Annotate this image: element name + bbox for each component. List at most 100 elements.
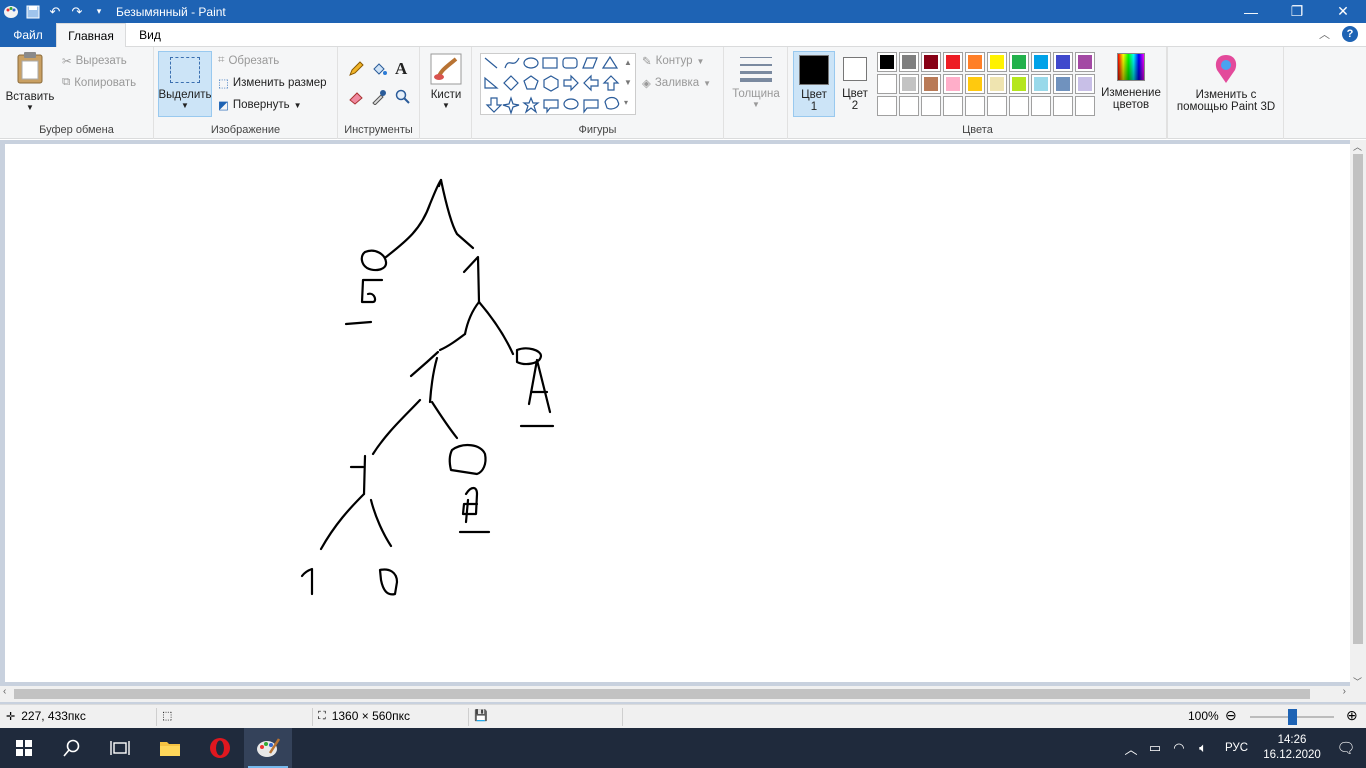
color-swatch[interactable]	[943, 74, 963, 94]
color-swatch[interactable]	[1009, 52, 1029, 72]
color-swatch[interactable]	[877, 52, 897, 72]
vertical-scrollbar[interactable]: ︿ ﹀	[1350, 140, 1366, 688]
color-picker-icon[interactable]	[371, 89, 387, 105]
color1-button[interactable]: Цвет 1	[793, 51, 835, 117]
color-palette	[877, 52, 1095, 116]
customize-qat-icon[interactable]: ▾	[88, 0, 110, 23]
shapes-gallery-icons	[484, 55, 620, 115]
color-swatch[interactable]	[965, 74, 985, 94]
color-swatch[interactable]	[965, 96, 985, 116]
paint-taskbar-icon[interactable]	[244, 728, 292, 768]
color-swatch[interactable]	[1075, 74, 1095, 94]
clock[interactable]: 14:26 16.12.2020	[1258, 733, 1326, 763]
zoom-in-icon[interactable]: ⊕	[1346, 707, 1358, 724]
save-icon[interactable]	[22, 0, 44, 23]
color-swatch[interactable]	[921, 52, 941, 72]
color-swatch[interactable]	[1031, 96, 1051, 116]
brushes-button[interactable]: Кисти ▼	[426, 53, 466, 110]
color-swatch[interactable]	[1031, 74, 1051, 94]
language-indicator[interactable]: РУС	[1215, 742, 1258, 754]
show-hidden-icons-icon[interactable]: ︿	[1119, 739, 1143, 758]
color-swatch[interactable]	[965, 52, 985, 72]
color-swatch[interactable]	[921, 96, 941, 116]
color-swatch[interactable]	[943, 96, 963, 116]
tab-file[interactable]: Файл	[0, 23, 56, 47]
fill-button[interactable]: ◈ Заливка ▼	[642, 76, 711, 90]
color-swatch[interactable]	[987, 96, 1007, 116]
crop-label: Обрезать	[228, 54, 280, 67]
color-swatch[interactable]	[1075, 52, 1095, 72]
select-button[interactable]: Выделить ▼	[158, 51, 212, 117]
volume-icon[interactable]: 🔈︎	[1191, 740, 1215, 756]
rotate-button[interactable]: ◩ Повернуть ▼	[218, 98, 302, 112]
color-swatch[interactable]	[877, 74, 897, 94]
zoom-slider-thumb[interactable]	[1288, 709, 1297, 725]
color-swatch[interactable]	[1053, 74, 1073, 94]
color-swatch[interactable]	[899, 52, 919, 72]
color-swatch[interactable]	[943, 52, 963, 72]
edit-colors-button[interactable]: Изменение цветов	[1097, 53, 1165, 111]
drawing-canvas[interactable]	[5, 144, 1350, 682]
selection-rect-icon	[170, 57, 200, 83]
color1-label-line2: 1	[810, 101, 818, 113]
collapse-ribbon-icon[interactable]: ︿	[1319, 26, 1330, 42]
minimize-icon[interactable]: —	[1228, 0, 1274, 23]
notifications-icon[interactable]: 🗨︎	[1326, 739, 1366, 757]
rotate-label: Повернуть	[232, 99, 290, 111]
tab-home[interactable]: Главная	[56, 23, 126, 48]
undo-icon[interactable]: ↶	[44, 0, 66, 23]
tab-view[interactable]: Вид	[130, 23, 170, 47]
horizontal-scroll-thumb[interactable]	[14, 689, 1310, 699]
text-icon[interactable]: A	[395, 59, 407, 79]
resize-button[interactable]: ⬚ Изменить размер	[218, 76, 327, 90]
color-swatch[interactable]	[1009, 74, 1029, 94]
color-swatch-fill	[1078, 77, 1092, 91]
file-explorer-icon[interactable]	[146, 728, 194, 768]
edit-colors-line1: Изменение	[1101, 87, 1161, 99]
color-swatch[interactable]	[1075, 96, 1095, 116]
shapes-gallery[interactable]	[480, 53, 636, 115]
magnifier-icon[interactable]	[395, 89, 411, 105]
group-edit-colors: Изменение цветов	[1095, 47, 1167, 139]
fill-bucket-icon[interactable]	[371, 61, 387, 77]
search-icon[interactable]	[48, 728, 96, 768]
restore-icon[interactable]: ❐	[1274, 0, 1320, 23]
color-swatch[interactable]	[1009, 96, 1029, 116]
color-swatch[interactable]	[987, 74, 1007, 94]
redo-icon[interactable]: ↷	[66, 0, 88, 23]
color2-button[interactable]: Цвет 2	[837, 51, 873, 117]
zoom-out-icon[interactable]: ⊖	[1225, 707, 1237, 724]
color-swatch[interactable]	[1031, 52, 1051, 72]
paste-button[interactable]: Вставить ▼	[6, 51, 54, 112]
scroll-right-icon[interactable]: ›	[1343, 686, 1346, 697]
windows-start-icon[interactable]	[0, 728, 48, 768]
copy-button[interactable]: ⧉ Копировать	[62, 76, 136, 89]
close-icon[interactable]: ✕	[1320, 0, 1366, 23]
crop-button[interactable]: ⌗ Обрезать	[218, 54, 279, 67]
opera-icon[interactable]	[196, 728, 244, 768]
task-view-icon[interactable]	[96, 728, 144, 768]
help-icon[interactable]: ?	[1342, 26, 1358, 42]
paint3d-button[interactable]: Изменить с помощью Paint 3D	[1172, 53, 1280, 113]
color-swatch[interactable]	[899, 74, 919, 94]
vertical-scroll-thumb[interactable]	[1353, 154, 1363, 644]
gallery-scroll-icon[interactable]: ▲ ▼ ▾	[624, 53, 632, 113]
color-swatch[interactable]	[987, 52, 1007, 72]
horizontal-scrollbar[interactable]: ‹ ›	[0, 686, 1366, 702]
color-swatch[interactable]	[921, 74, 941, 94]
eraser-icon[interactable]	[348, 89, 364, 105]
color-swatch[interactable]	[899, 96, 919, 116]
scroll-left-icon[interactable]: ‹	[3, 686, 6, 697]
wifi-icon[interactable]: ◠	[1167, 740, 1191, 756]
scroll-up-icon[interactable]: ︿	[1353, 140, 1362, 153]
pencil-icon[interactable]	[348, 61, 364, 77]
color-swatch[interactable]	[1053, 96, 1073, 116]
outline-button[interactable]: ✎ Контур ▼	[642, 54, 704, 68]
rotate-icon: ◩	[218, 100, 229, 112]
battery-icon[interactable]: ▭	[1143, 740, 1167, 756]
cut-button[interactable]: ✂ Вырезать	[62, 54, 127, 68]
color-swatch[interactable]	[1053, 52, 1073, 72]
paint-app-icon[interactable]	[0, 0, 22, 23]
color-swatch[interactable]	[877, 96, 897, 116]
size-button[interactable]: Толщина ▼	[732, 55, 780, 109]
